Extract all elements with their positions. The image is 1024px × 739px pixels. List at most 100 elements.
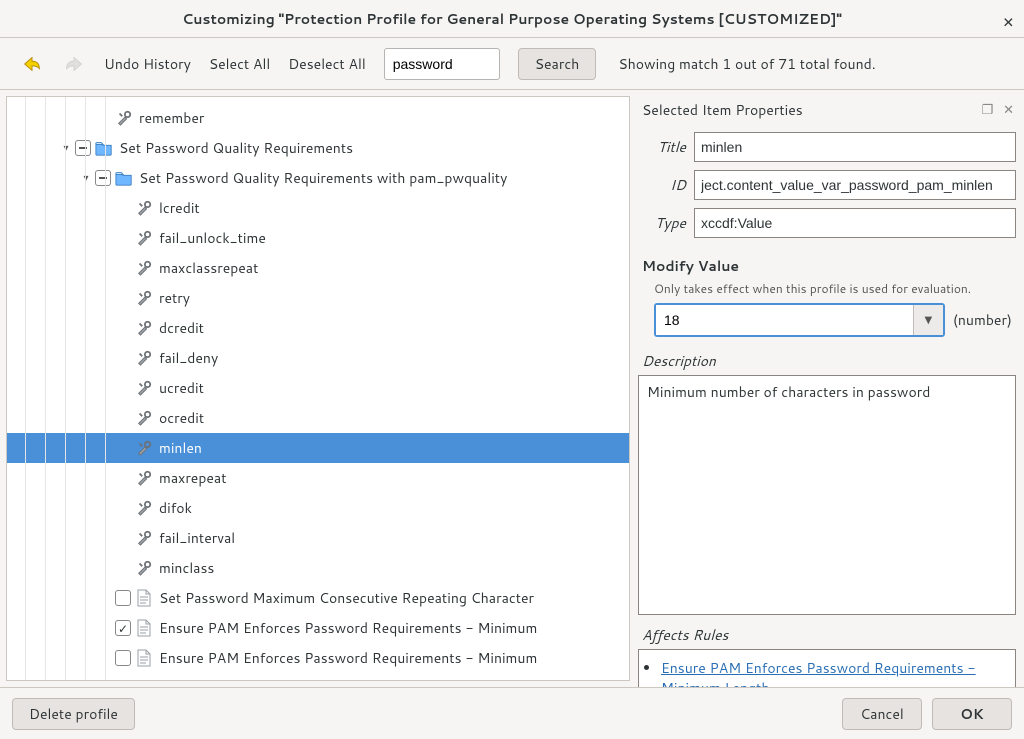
wrench-icon bbox=[135, 529, 153, 547]
wrench-icon bbox=[135, 229, 153, 247]
expander-icon[interactable]: ▾ bbox=[59, 141, 73, 155]
tree-node[interactable]: retry bbox=[7, 283, 629, 313]
tree-node[interactable]: minclass bbox=[7, 553, 629, 583]
tree-node[interactable]: dcredit bbox=[7, 313, 629, 343]
modify-value-sublabel: Only takes effect when this profile is u… bbox=[654, 280, 1016, 297]
deselect-all-button[interactable]: Deselect All bbox=[288, 54, 366, 74]
tree-node[interactable]: ▾Set Password Quality Requirements with … bbox=[7, 163, 629, 193]
checkbox-placeholder bbox=[115, 350, 131, 366]
wrench-icon bbox=[135, 259, 153, 277]
search-status: Showing match 1 out of 71 total found. bbox=[618, 54, 875, 74]
tree-node-label: fail_unlock_time bbox=[159, 228, 266, 248]
checkbox-placeholder bbox=[115, 200, 131, 216]
tree-node-label: minclass bbox=[159, 558, 214, 578]
tristate-checkbox[interactable] bbox=[75, 140, 91, 156]
folder-icon bbox=[95, 139, 113, 157]
tree-node[interactable]: ucredit bbox=[7, 373, 629, 403]
folder-icon bbox=[115, 169, 133, 187]
checkbox[interactable] bbox=[115, 590, 131, 606]
search-button[interactable]: Search bbox=[518, 48, 597, 80]
tree-node[interactable]: fail_deny bbox=[7, 343, 629, 373]
props-header-title: Selected Item Properties bbox=[642, 100, 803, 120]
tree-node[interactable]: difok bbox=[7, 493, 629, 523]
main-split: remember▾Set Password Quality Requiremen… bbox=[0, 90, 1024, 687]
delete-profile-button[interactable]: Delete profile bbox=[12, 698, 135, 730]
tree-node-label: maxrepeat bbox=[159, 468, 227, 488]
wrench-icon bbox=[135, 379, 153, 397]
checkbox-placeholder bbox=[115, 290, 131, 306]
undo-icon[interactable] bbox=[20, 52, 44, 76]
tree-node-label: Set Password Maximum Consecutive Repeati… bbox=[159, 588, 534, 608]
expander-icon[interactable]: ▾ bbox=[79, 171, 93, 185]
tree-node-label: maxclassrepeat bbox=[159, 258, 258, 278]
search-input[interactable] bbox=[384, 48, 500, 80]
tree-node-label: Ensure PAM Enforces Password Requirement… bbox=[159, 648, 537, 668]
close-props-icon[interactable]: ✕ bbox=[1003, 101, 1014, 119]
tree-node[interactable]: lcredit bbox=[7, 193, 629, 223]
chevron-down-icon[interactable]: ▼ bbox=[913, 305, 943, 335]
affects-rules-box: Ensure PAM Enforces Password Requirement… bbox=[638, 649, 1016, 687]
tree-node-label: ocredit bbox=[159, 408, 204, 428]
tree-node-label: lcredit bbox=[159, 198, 200, 218]
tree-node[interactable]: maxrepeat bbox=[7, 463, 629, 493]
ok-button[interactable]: OK bbox=[932, 698, 1012, 730]
redo-icon[interactable] bbox=[62, 52, 86, 76]
tree-node[interactable]: remember bbox=[7, 103, 629, 133]
tree-node-label: dcredit bbox=[159, 318, 204, 338]
tree-node[interactable]: fail_interval bbox=[7, 523, 629, 553]
document-icon bbox=[135, 619, 153, 637]
tree-pane[interactable]: remember▾Set Password Quality Requiremen… bbox=[6, 96, 630, 681]
modify-value-input[interactable] bbox=[656, 305, 913, 335]
tree-node[interactable]: Set Password Maximum Consecutive Repeati… bbox=[7, 583, 629, 613]
tree-node-label: ucredit bbox=[159, 378, 204, 398]
checkbox-placeholder bbox=[115, 260, 131, 276]
tree-node-label: fail_deny bbox=[159, 348, 218, 368]
type-field[interactable] bbox=[694, 208, 1016, 238]
checkbox[interactable] bbox=[115, 650, 131, 666]
wrench-icon bbox=[135, 349, 153, 367]
window-title: Customizing "Protection Profile for Gene… bbox=[182, 9, 842, 29]
checkbox-placeholder bbox=[115, 410, 131, 426]
tree-node-label: Ensure PAM Enforces Password Requirement… bbox=[159, 618, 537, 638]
detach-icon[interactable]: ❐ bbox=[981, 101, 993, 119]
close-icon[interactable]: × bbox=[1003, 8, 1014, 34]
affects-rule-link[interactable]: Ensure PAM Enforces Password Requirement… bbox=[661, 658, 976, 687]
checkbox-placeholder bbox=[115, 440, 131, 456]
document-icon bbox=[135, 589, 153, 607]
select-all-button[interactable]: Select All bbox=[209, 54, 270, 74]
modify-value-label: Modify Value bbox=[642, 256, 1016, 276]
footer: Delete profile Cancel OK bbox=[0, 687, 1024, 739]
wrench-icon bbox=[135, 559, 153, 577]
checkbox-placeholder bbox=[95, 110, 111, 126]
checkbox-placeholder bbox=[115, 320, 131, 336]
tree-node[interactable]: ocredit bbox=[7, 403, 629, 433]
tree-node[interactable]: ▾ Set Password Quality Requirements bbox=[7, 133, 629, 163]
wrench-icon bbox=[135, 199, 153, 217]
tree-node[interactable]: Ensure PAM Enforces Password Requirement… bbox=[7, 613, 629, 643]
tristate-checkbox[interactable] bbox=[95, 170, 111, 186]
tree-node[interactable]: fail_unlock_time bbox=[7, 223, 629, 253]
toolbar: Undo History Select All Deselect All Sea… bbox=[0, 38, 1024, 90]
wrench-icon bbox=[135, 499, 153, 517]
tree-node[interactable]: maxclassrepeat bbox=[7, 253, 629, 283]
checkbox-placeholder bbox=[115, 470, 131, 486]
tree-node[interactable]: minlen bbox=[7, 433, 629, 463]
id-field[interactable] bbox=[694, 170, 1016, 200]
title-field-label: Title bbox=[638, 137, 686, 157]
tree-node-label: fail_interval bbox=[159, 528, 235, 548]
id-field-label: ID bbox=[638, 175, 686, 195]
wrench-icon bbox=[135, 469, 153, 487]
description-box[interactable]: Minimum number of characters in password bbox=[638, 375, 1016, 615]
checkbox-placeholder bbox=[115, 230, 131, 246]
undo-history-button[interactable]: Undo History bbox=[104, 54, 191, 74]
checkbox-placeholder bbox=[115, 380, 131, 396]
cancel-button[interactable]: Cancel bbox=[842, 698, 922, 730]
tree-node-label: remember bbox=[139, 108, 204, 128]
modify-value-combo[interactable]: ▼ bbox=[654, 303, 945, 337]
tree-node-label: minlen bbox=[159, 438, 202, 458]
tree-node-label: Set Password Quality Requirements bbox=[119, 138, 353, 158]
modify-value-type: (number) bbox=[953, 310, 1012, 330]
tree-node[interactable]: Ensure PAM Enforces Password Requirement… bbox=[7, 643, 629, 673]
checkbox[interactable] bbox=[115, 620, 131, 636]
title-field[interactable] bbox=[694, 132, 1016, 162]
